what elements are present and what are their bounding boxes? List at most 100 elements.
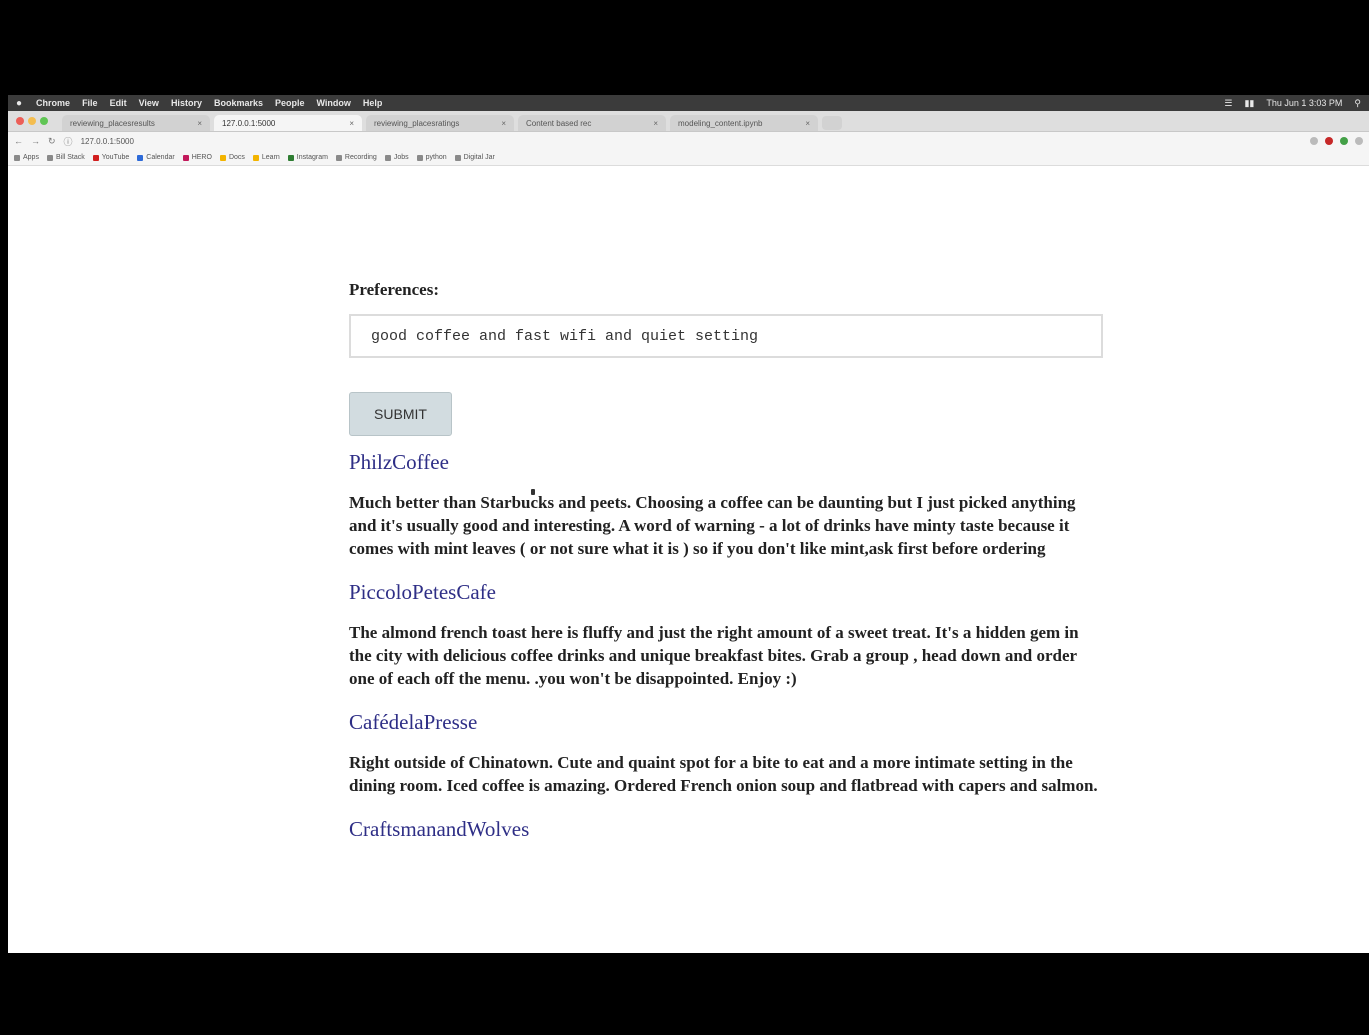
bookmark-item[interactable]: Learn — [252, 154, 280, 161]
tab-localhost[interactable]: 127.0.0.1:5000 × — [214, 115, 362, 131]
search-icon[interactable]: ⚲ — [1354, 98, 1361, 109]
new-tab-button[interactable] — [822, 116, 842, 130]
bookmark-item[interactable]: Calendar — [137, 154, 175, 161]
menu-file[interactable]: File — [82, 98, 98, 108]
extension-icon[interactable] — [1325, 137, 1333, 145]
folder-icon — [335, 154, 342, 161]
menu-window[interactable]: Window — [317, 98, 351, 108]
result-item: PhilzCoffee Much better than Starbucks a… — [349, 450, 1109, 560]
bookmarks-bar: Apps Bill Stack YouTube Calendar HERO Do… — [8, 150, 1369, 166]
bookmark-item[interactable]: Apps — [14, 154, 39, 161]
battery-icon[interactable]: ▮▮ — [1244, 98, 1254, 109]
folder-icon — [416, 154, 423, 161]
zoom-window-icon[interactable] — [40, 117, 48, 125]
folder-icon — [252, 154, 259, 161]
close-icon[interactable]: × — [349, 119, 354, 128]
extension-icon[interactable] — [1340, 137, 1348, 145]
macos-menu-bar: ● Chrome File Edit View History Bookmark… — [8, 95, 1369, 111]
menu-history[interactable]: History — [171, 98, 202, 108]
menu-people[interactable]: People — [275, 98, 305, 108]
tab-content-based-rec[interactable]: Content based rec × — [518, 115, 666, 131]
info-icon[interactable]: ⓘ — [64, 135, 73, 148]
folder-icon — [384, 154, 391, 161]
page-content: Preferences: SUBMIT PhilzCoffee Much bet… — [349, 280, 1109, 858]
preferences-label: Preferences: — [349, 280, 439, 299]
close-icon[interactable]: × — [653, 119, 658, 128]
submit-button[interactable]: SUBMIT — [349, 392, 452, 436]
menu-bookmarks[interactable]: Bookmarks — [214, 98, 263, 108]
bookmark-item[interactable]: Digital Jar — [454, 154, 495, 161]
bookmark-item[interactable]: python — [416, 154, 447, 161]
browser-toolbar: ← → ↻ ⓘ 127.0.0.1:5000 — [8, 132, 1369, 150]
menu-app-name[interactable]: Chrome — [36, 98, 70, 108]
bookmark-label: Docs — [228, 154, 245, 161]
tab-label: 127.0.0.1:5000 — [222, 118, 276, 128]
bookmark-label: Calendar — [146, 154, 175, 161]
bookmark-item[interactable]: Instagram — [287, 154, 328, 161]
menu-help[interactable]: Help — [363, 98, 383, 108]
bookmark-item[interactable]: Docs — [219, 154, 245, 161]
result-name[interactable]: CraftsmanandWolves — [349, 817, 1109, 842]
youtube-icon — [92, 154, 99, 161]
close-icon[interactable]: × — [805, 119, 810, 128]
menubar-clock[interactable]: Thu Jun 1 3:03 PM — [1266, 98, 1342, 108]
tab-label: reviewing_placesratings — [374, 118, 460, 128]
menu-edit[interactable]: Edit — [110, 98, 127, 108]
close-window-icon[interactable] — [16, 117, 24, 125]
bookmark-label: YouTube — [101, 154, 130, 161]
close-icon[interactable]: × — [501, 119, 506, 128]
bookmark-label: Jobs — [393, 154, 409, 161]
menu-view[interactable]: View — [139, 98, 159, 108]
result-name[interactable]: PhilzCoffee — [349, 450, 1109, 475]
result-review: The almond french toast here is fluffy a… — [349, 623, 1079, 688]
tab-label: reviewing_placesresults — [70, 118, 155, 128]
tab-reviewing-places-ratings[interactable]: reviewing_placesratings × — [366, 115, 514, 131]
close-icon[interactable]: × — [197, 119, 202, 128]
toolbar-extensions — [1303, 137, 1363, 145]
apple-icon[interactable]: ● — [16, 98, 22, 109]
bookmark-label: Instagram — [296, 154, 328, 161]
minimize-window-icon[interactable] — [28, 117, 36, 125]
address-bar[interactable]: 127.0.0.1:5000 — [81, 137, 134, 146]
bookmark-label: Bill Stack — [55, 154, 85, 161]
screen: ● Chrome File Edit View History Bookmark… — [8, 95, 1369, 953]
result-review: Much better than Starbucks and peets. Ch… — [349, 493, 1076, 558]
calendar-icon — [137, 154, 144, 161]
bookmark-label: Learn — [261, 154, 280, 161]
grid-icon — [14, 154, 20, 161]
forward-arrow-icon[interactable]: → — [31, 136, 40, 146]
folder-icon — [219, 154, 226, 161]
bookmark-label: Apps — [23, 154, 39, 161]
tab-modeling-content[interactable]: modeling_content.ipynb × — [670, 115, 818, 131]
window-controls — [16, 117, 52, 125]
bookmark-item[interactable]: YouTube — [92, 154, 130, 161]
result-name[interactable]: PiccoloPetesCafe — [349, 580, 1109, 605]
wifi-icon[interactable]: ☰ — [1224, 98, 1232, 109]
tab-bar: reviewing_placesresults × 127.0.0.1:5000… — [8, 111, 1369, 132]
result-review: Right outside of Chinatown. Cute and qua… — [349, 753, 1098, 795]
bookmark-label: Recording — [344, 154, 377, 161]
result-name[interactable]: CafédelaPresse — [349, 710, 1109, 735]
tab-reviewing-places-results[interactable]: reviewing_placesresults × — [62, 115, 210, 131]
result-item: CafédelaPresse Right outside of Chinatow… — [349, 710, 1109, 797]
result-item: CraftsmanandWolves — [349, 817, 1109, 842]
letterbox-top — [0, 0, 1369, 95]
back-arrow-icon[interactable]: ← — [14, 136, 23, 146]
bookmark-icon — [182, 154, 189, 161]
bookmark-item[interactable]: HERO — [182, 154, 212, 161]
bookmark-icon — [287, 154, 294, 161]
reload-icon[interactable]: ↻ — [48, 136, 56, 147]
preferences-input[interactable] — [349, 314, 1103, 358]
star-icon[interactable] — [1310, 137, 1318, 145]
bookmark-item[interactable]: Bill Stack — [46, 154, 85, 161]
menu-icon[interactable] — [1355, 137, 1363, 145]
bookmark-item[interactable]: Recording — [335, 154, 377, 161]
bookmark-item[interactable]: Jobs — [384, 154, 409, 161]
bookmark-label: HERO — [191, 154, 212, 161]
mouse-cursor-icon — [531, 489, 535, 495]
result-item: PiccoloPetesCafe The almond french toast… — [349, 580, 1109, 690]
menubar-status-area: ☰ ▮▮ Thu Jun 1 3:03 PM ⚲ — [1212, 98, 1361, 109]
tab-label: modeling_content.ipynb — [678, 118, 763, 128]
bookmark-label: python — [425, 154, 447, 161]
bookmark-icon — [46, 154, 53, 161]
